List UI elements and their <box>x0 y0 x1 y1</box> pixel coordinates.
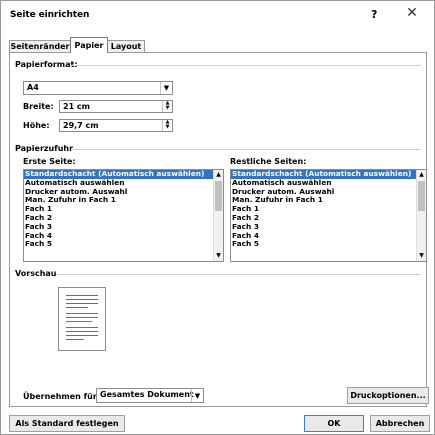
preview-text-line <box>66 331 98 332</box>
scroll-up-icon[interactable]: ▲ <box>417 170 426 180</box>
paper-format-label: Papierformat: <box>15 60 78 69</box>
page-preview <box>58 287 106 351</box>
apply-to-label: Übernehmen für: <box>23 392 100 401</box>
preview-text-line <box>66 339 84 340</box>
preview-divider <box>57 274 421 275</box>
preview-text-line <box>66 317 98 318</box>
preview-text-line <box>66 335 98 336</box>
list-item[interactable]: Drucker autom. Auswahl <box>24 188 223 197</box>
chevron-down-icon: ▼ <box>191 389 203 402</box>
paper-format-divider <box>71 65 421 66</box>
list-item[interactable]: Drucker autom. Auswahl <box>231 188 426 197</box>
list-item[interactable]: Fach 4 <box>231 232 426 241</box>
paper-feed-divider <box>71 149 421 150</box>
title-bar: Seite einrichten ? ✕ <box>1 1 434 30</box>
paper-format-select[interactable]: A4 ▼ <box>23 81 173 95</box>
list-item[interactable]: Fach 2 <box>24 214 223 223</box>
apply-to-value: Gesamtes Dokument <box>100 390 194 399</box>
first-page-items: Standardschacht (Automatisch auswählen) … <box>24 170 223 249</box>
list-item[interactable]: Fach 2 <box>231 214 426 223</box>
apply-to-select[interactable]: Gesamtes Dokument ▼ <box>96 388 204 403</box>
first-page-label: Erste Seite: <box>23 157 76 166</box>
page-setup-dialog: Seite einrichten ? ✕ Seitenränder Papier… <box>0 0 435 435</box>
preview-label: Vorschau <box>15 269 57 278</box>
scroll-down-icon[interactable]: ▼ <box>214 251 223 261</box>
width-value: 21 cm <box>63 102 90 111</box>
list-item[interactable]: Automatisch auswählen <box>231 179 426 188</box>
preview-text-line <box>66 321 92 322</box>
scroll-down-icon[interactable]: ▼ <box>417 251 426 261</box>
paper-format-value: A4 <box>27 83 39 92</box>
first-page-tray-list[interactable]: Standardschacht (Automatisch auswählen) … <box>23 169 224 262</box>
scroll-thumb[interactable] <box>418 181 425 211</box>
other-pages-label: Restliche Seiten: <box>230 157 307 166</box>
other-pages-items: Standardschacht (Automatisch auswählen) … <box>231 170 426 249</box>
list-item[interactable]: Man. Zufuhr in Fach 1 <box>231 196 426 205</box>
list-item[interactable]: Man. Zufuhr in Fach 1 <box>24 196 223 205</box>
tab-papier[interactable]: Papier <box>70 37 108 53</box>
list-item[interactable]: Fach 5 <box>231 240 426 249</box>
scroll-thumb[interactable] <box>215 181 222 211</box>
print-options-button[interactable]: Druckoptionen... <box>347 387 429 404</box>
width-stepper[interactable]: ▲ ▼ <box>162 101 172 112</box>
preview-text-line <box>66 303 98 304</box>
close-icon: ✕ <box>406 5 418 21</box>
height-label: Höhe: <box>23 121 50 130</box>
help-button[interactable]: ? <box>371 8 377 21</box>
preview-text-line <box>66 327 98 328</box>
height-stepper[interactable]: ▲ ▼ <box>162 120 172 131</box>
stepper-down-icon: ▼ <box>165 105 170 111</box>
list-item[interactable]: Standardschacht (Automatisch auswählen) <box>231 170 426 179</box>
paper-feed-label: Papierzufuhr <box>15 144 74 153</box>
preview-text-line <box>66 307 88 308</box>
cancel-button[interactable]: Abbrechen <box>370 415 430 432</box>
list-item[interactable]: Automatisch auswählen <box>24 179 223 188</box>
height-value: 29,7 cm <box>63 121 99 130</box>
chevron-down-icon: ▼ <box>160 82 172 94</box>
list-item[interactable]: Standardschacht (Automatisch auswählen) <box>24 170 223 179</box>
close-button[interactable]: ✕ <box>401 5 423 23</box>
other-pages-scrollbar[interactable]: ▲ ▼ <box>416 170 426 261</box>
width-label: Breite: <box>23 102 54 111</box>
list-item[interactable]: Fach 3 <box>231 223 426 232</box>
ok-button[interactable]: OK <box>304 415 364 432</box>
tab-layout[interactable]: Layout <box>107 40 145 52</box>
preview-text-line <box>66 299 98 300</box>
set-default-button[interactable]: Als Standard festlegen <box>9 415 125 432</box>
dialog-title: Seite einrichten <box>10 10 90 20</box>
stepper-down-icon: ▼ <box>165 124 170 130</box>
height-spinner[interactable]: 29,7 cm ▲ ▼ <box>59 119 173 132</box>
preview-text-line <box>66 295 98 296</box>
list-item[interactable]: Fach 1 <box>231 205 426 214</box>
first-page-scrollbar[interactable]: ▲ ▼ <box>213 170 223 261</box>
list-item[interactable]: Fach 4 <box>24 232 223 241</box>
tab-seitenraender[interactable]: Seitenränder <box>9 40 71 52</box>
list-item[interactable]: Fach 1 <box>24 205 223 214</box>
list-item[interactable]: Fach 5 <box>24 240 223 249</box>
width-spinner[interactable]: 21 cm ▲ ▼ <box>59 100 173 113</box>
preview-text-line <box>66 313 98 314</box>
dialog-footer: Als Standard festlegen OK Abbrechen <box>1 411 434 435</box>
list-item[interactable]: Fach 3 <box>24 223 223 232</box>
scroll-up-icon[interactable]: ▲ <box>214 170 223 180</box>
other-pages-tray-list[interactable]: Standardschacht (Automatisch auswählen) … <box>230 169 427 262</box>
